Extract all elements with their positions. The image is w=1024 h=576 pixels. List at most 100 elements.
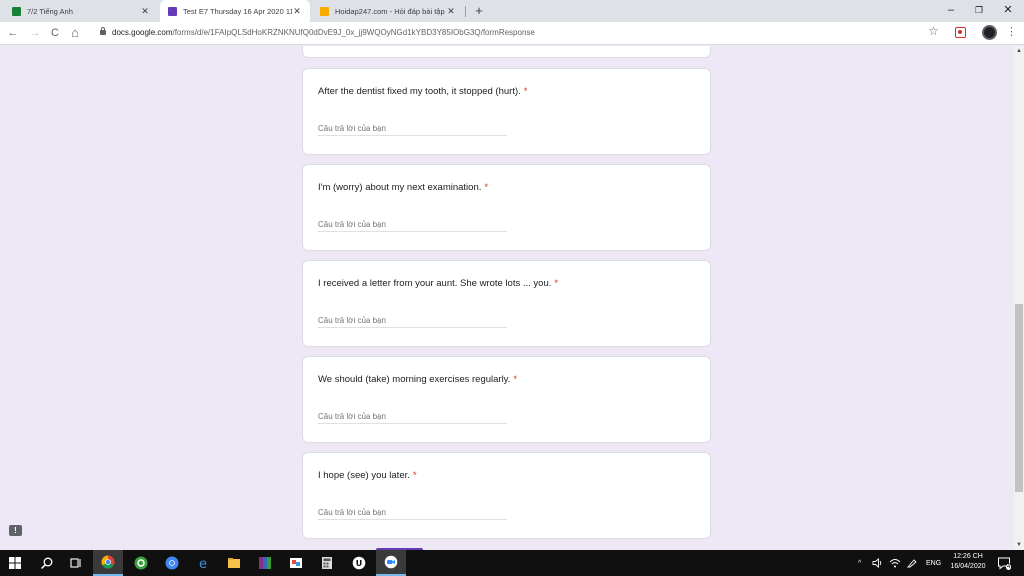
required-mark: * bbox=[484, 182, 489, 193]
taskbar-winrar[interactable] bbox=[250, 550, 280, 576]
question-text: I hope (see) you later. * bbox=[318, 470, 417, 481]
search-button[interactable] bbox=[32, 550, 62, 576]
extension-icon[interactable] bbox=[955, 27, 966, 38]
taskbar-paint[interactable] bbox=[281, 550, 311, 576]
answer-input[interactable] bbox=[318, 505, 507, 520]
tab-title: 7/2 Tiếng Anh bbox=[27, 6, 73, 16]
windows-logo-icon bbox=[9, 557, 21, 569]
unreal-icon: U bbox=[352, 556, 366, 570]
tab-separator bbox=[465, 6, 466, 17]
volume-icon[interactable] bbox=[872, 550, 884, 576]
question-card: After the dentist fixed my tooth, it sto… bbox=[302, 68, 711, 155]
required-mark: * bbox=[554, 278, 559, 289]
close-tab-icon[interactable]: ✕ bbox=[140, 6, 150, 17]
question-card: I received a letter from your aunt. She … bbox=[302, 260, 711, 347]
required-mark: * bbox=[513, 374, 518, 385]
taskbar-chrome[interactable] bbox=[93, 550, 123, 576]
tab-title: Test E7 Thursday 16 Apr 2020 11: bbox=[183, 6, 292, 16]
start-button[interactable] bbox=[0, 550, 30, 576]
pen-workspace-icon bbox=[907, 559, 917, 568]
edge-icon: e bbox=[199, 557, 207, 570]
url-host: docs.google.com bbox=[112, 28, 173, 37]
taskbar-file-explorer[interactable] bbox=[219, 550, 249, 576]
address-bar[interactable]: docs.google.com/forms/d/e/1FAIpQLSdHoKRZ… bbox=[90, 24, 950, 43]
browser-toolbar: ← → C ⌂ docs.google.com/forms/d/e/1FAIpQ… bbox=[0, 22, 1024, 45]
question-label: After the dentist fixed my tooth, it sto… bbox=[318, 86, 521, 97]
clock-time: 12:26 CH bbox=[953, 553, 983, 560]
answer-input[interactable] bbox=[318, 217, 507, 232]
scroll-down-icon[interactable]: ▼ bbox=[1014, 540, 1024, 550]
tab-test-e7[interactable]: Test E7 Thursday 16 Apr 2020 11: ✕ bbox=[160, 0, 310, 22]
pen-icon[interactable] bbox=[906, 550, 918, 576]
taskbar-chrome-2[interactable] bbox=[157, 550, 187, 576]
zoom-icon bbox=[384, 555, 398, 569]
taskbar-calculator[interactable] bbox=[312, 550, 342, 576]
bookmark-star-icon[interactable]: ☆ bbox=[928, 24, 939, 38]
svg-text:U: U bbox=[356, 559, 363, 568]
new-tab-button[interactable]: + bbox=[472, 2, 486, 20]
search-icon bbox=[40, 557, 53, 570]
question-label: We should (take) morning exercises regul… bbox=[318, 374, 511, 385]
lock-icon bbox=[100, 27, 106, 35]
page-scrollbar[interactable]: ▲ ▼ bbox=[1014, 46, 1024, 550]
taskbar-green-app[interactable] bbox=[126, 550, 156, 576]
back-button[interactable]: ← bbox=[5, 25, 21, 41]
answer-input[interactable] bbox=[318, 121, 507, 136]
close-tab-icon[interactable]: ✕ bbox=[292, 6, 302, 17]
system-clock[interactable]: 12:26 CH 16/04/2020 bbox=[946, 552, 990, 572]
required-mark: * bbox=[523, 86, 528, 97]
chrome-icon bbox=[101, 555, 115, 569]
required-mark: * bbox=[412, 470, 417, 481]
tab-strip: 7/2 Tiếng Anh ✕ Test E7 Thursday 16 Apr … bbox=[0, 0, 1024, 22]
taskbar-unreal[interactable]: U bbox=[344, 550, 374, 576]
task-view-icon bbox=[70, 558, 81, 568]
answer-input[interactable] bbox=[318, 313, 507, 328]
tab-7-2-tieng-anh[interactable]: 7/2 Tiếng Anh ✕ bbox=[4, 0, 158, 22]
home-button[interactable]: ⌂ bbox=[67, 25, 83, 41]
question-text: I received a letter from your aunt. She … bbox=[318, 278, 558, 289]
url-path: /forms/d/e/1FAIpQLSdHoKRZNKNUfQ0dDvE9J_0… bbox=[172, 28, 535, 37]
tray-overflow-icon[interactable]: ^ bbox=[858, 550, 861, 576]
question-card: I hope (see) you later. * bbox=[302, 452, 711, 539]
task-view-button[interactable] bbox=[61, 550, 91, 576]
windows-taskbar: e U ^ ENG 12:26 CH 16/04/2020 4 bbox=[0, 550, 1024, 576]
taskbar-zoom[interactable] bbox=[376, 550, 406, 576]
question-card: I'm (worry) about my next examination. * bbox=[302, 164, 711, 251]
report-feedback-icon[interactable]: ! bbox=[9, 525, 22, 536]
minimize-button[interactable]: – bbox=[937, 0, 965, 22]
winrar-icon bbox=[259, 557, 271, 569]
maximize-button[interactable]: ❐ bbox=[965, 0, 993, 22]
question-label: I received a letter from your aunt. She … bbox=[318, 278, 552, 289]
forward-button[interactable]: → bbox=[27, 25, 43, 41]
tab-hoidap247[interactable]: Hoidap247.com - Hỏi đáp bài tập ✕ bbox=[312, 0, 464, 22]
close-tab-icon[interactable]: ✕ bbox=[446, 6, 456, 17]
calculator-icon bbox=[322, 557, 332, 569]
question-text: We should (take) morning exercises regul… bbox=[318, 374, 517, 385]
question-text: After the dentist fixed my tooth, it sto… bbox=[318, 86, 527, 97]
language-indicator[interactable]: ENG bbox=[926, 550, 941, 576]
clock-date: 16/04/2020 bbox=[950, 563, 986, 570]
speaker-icon bbox=[872, 558, 882, 568]
scroll-up-icon[interactable]: ▲ bbox=[1014, 46, 1024, 56]
wifi-icon[interactable] bbox=[889, 550, 901, 576]
chrome-alt-icon bbox=[165, 556, 179, 570]
scrollbar-thumb[interactable] bbox=[1015, 304, 1023, 492]
folder-icon bbox=[228, 558, 240, 568]
wifi-signal-icon bbox=[889, 559, 901, 568]
svg-text:e: e bbox=[199, 557, 207, 570]
action-center-button[interactable]: 4 bbox=[997, 550, 1012, 576]
question-card-partial bbox=[302, 46, 711, 58]
google-sheets-icon bbox=[12, 6, 21, 16]
profile-avatar[interactable] bbox=[982, 25, 997, 40]
tab-title: Hoidap247.com - Hỏi đáp bài tập bbox=[335, 6, 445, 16]
reload-button[interactable]: C bbox=[47, 25, 63, 41]
answer-input[interactable] bbox=[318, 409, 507, 424]
url-text: docs.google.com/forms/d/e/1FAIpQLSdHoKRZ… bbox=[112, 28, 535, 37]
google-forms-icon bbox=[168, 6, 177, 16]
taskbar-edge[interactable]: e bbox=[188, 550, 218, 576]
chrome-menu-icon[interactable]: ⋮ bbox=[1006, 25, 1017, 38]
close-window-button[interactable]: ✕ bbox=[994, 0, 1022, 22]
question-label: I'm (worry) about my next examination. bbox=[318, 182, 482, 193]
hoidap247-icon bbox=[320, 6, 329, 16]
green-app-icon bbox=[134, 556, 148, 570]
